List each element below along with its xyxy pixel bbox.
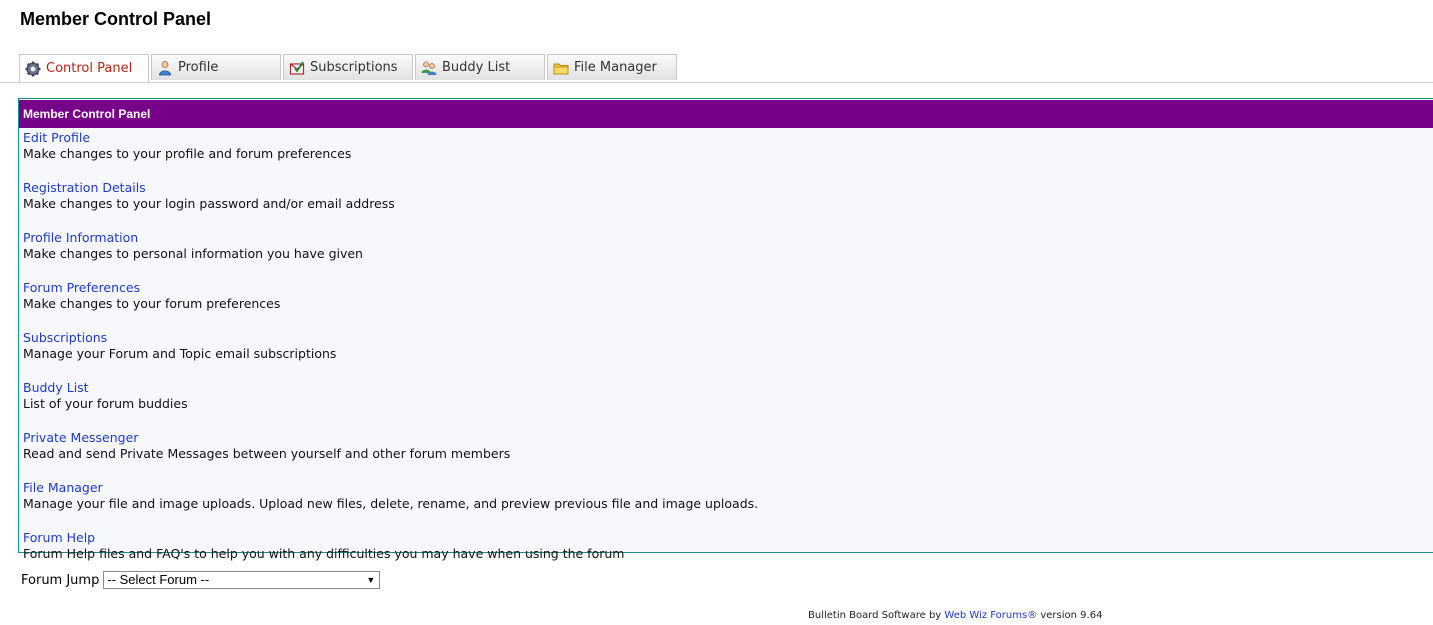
footer: Bulletin Board Software by Web Wiz Forum… [808, 610, 1102, 621]
tab-file-manager[interactable]: File Manager [547, 54, 677, 80]
item-description: Manage your Forum and Topic email subscr… [23, 346, 337, 361]
tab-label: Profile [178, 60, 219, 75]
list-item: Profile Information Make changes to pers… [19, 230, 1433, 278]
item-description: Manage your file and image uploads. Uplo… [23, 496, 759, 511]
web-wiz-forums-link[interactable]: Web Wiz Forums® [944, 610, 1037, 621]
item-description: Make changes to your profile and forum p… [23, 146, 352, 161]
page-title: Member Control Panel [20, 9, 212, 29]
tab-label: Buddy List [442, 60, 511, 75]
folder-icon [553, 60, 569, 76]
list-item: Edit Profile Make changes to your profil… [19, 130, 1433, 178]
user-icon [157, 60, 173, 76]
list-item: Private Messenger Read and send Private … [19, 430, 1433, 478]
footer-suffix: version 9.64 [1037, 610, 1103, 621]
forum-preferences-link[interactable]: Forum Preferences [23, 280, 1433, 296]
list-item: Registration Details Make changes to you… [19, 180, 1433, 228]
forum-help-link[interactable]: Forum Help [23, 530, 1433, 546]
item-description: Make changes to your login password and/… [23, 196, 395, 211]
control-panel-box: Member Control Panel Edit Profile Make c… [18, 98, 1433, 561]
chevron-down-icon: ▼ [366, 575, 376, 585]
buddies-icon [421, 60, 437, 76]
tab-subscriptions[interactable]: Subscriptions [283, 54, 413, 80]
forum-jump-label: Forum Jump [21, 572, 100, 588]
tab-label: Control Panel [46, 61, 133, 76]
tab-profile[interactable]: Profile [151, 54, 281, 80]
tab-label: File Manager [574, 60, 657, 75]
forum-jump: Forum Jump -- Select Forum -- ▼ [21, 571, 381, 589]
list-item: Buddy List List of your forum buddies [19, 380, 1433, 428]
tab-buddy-list[interactable]: Buddy List [415, 54, 545, 80]
list-item: Subscriptions Manage your Forum and Topi… [19, 330, 1433, 378]
profile-information-link[interactable]: Profile Information [23, 230, 1433, 246]
item-description: Make changes to your forum preferences [23, 296, 281, 311]
gear-icon [25, 61, 41, 77]
forum-jump-selected: -- Select Forum -- [107, 572, 210, 587]
tab-label: Subscriptions [310, 60, 398, 75]
item-description: Read and send Private Messages between y… [23, 446, 511, 461]
list-item: File Manager Manage your file and image … [19, 480, 1433, 528]
panel-header: Member Control Panel [19, 100, 1433, 128]
edit-profile-link[interactable]: Edit Profile [23, 130, 1433, 146]
footer-prefix: Bulletin Board Software by [808, 610, 945, 621]
registration-details-link[interactable]: Registration Details [23, 180, 1433, 196]
forum-jump-select[interactable]: -- Select Forum -- ▼ [103, 571, 381, 589]
buddy-list-link[interactable]: Buddy List [23, 380, 1433, 396]
tab-bar: Control Panel Profile Subscriptions Budd… [0, 54, 1433, 83]
private-messenger-link[interactable]: Private Messenger [23, 430, 1433, 446]
item-description: Forum Help files and FAQ's to help you w… [23, 546, 625, 561]
subscriptions-link[interactable]: Subscriptions [23, 330, 1433, 346]
tab-control-panel[interactable]: Control Panel [19, 54, 149, 82]
subscriptions-icon [289, 60, 305, 76]
file-manager-link[interactable]: File Manager [23, 480, 1433, 496]
list-item: Forum Preferences Make changes to your f… [19, 280, 1433, 328]
item-description: Make changes to personal information you… [23, 246, 363, 261]
item-description: List of your forum buddies [23, 396, 188, 411]
